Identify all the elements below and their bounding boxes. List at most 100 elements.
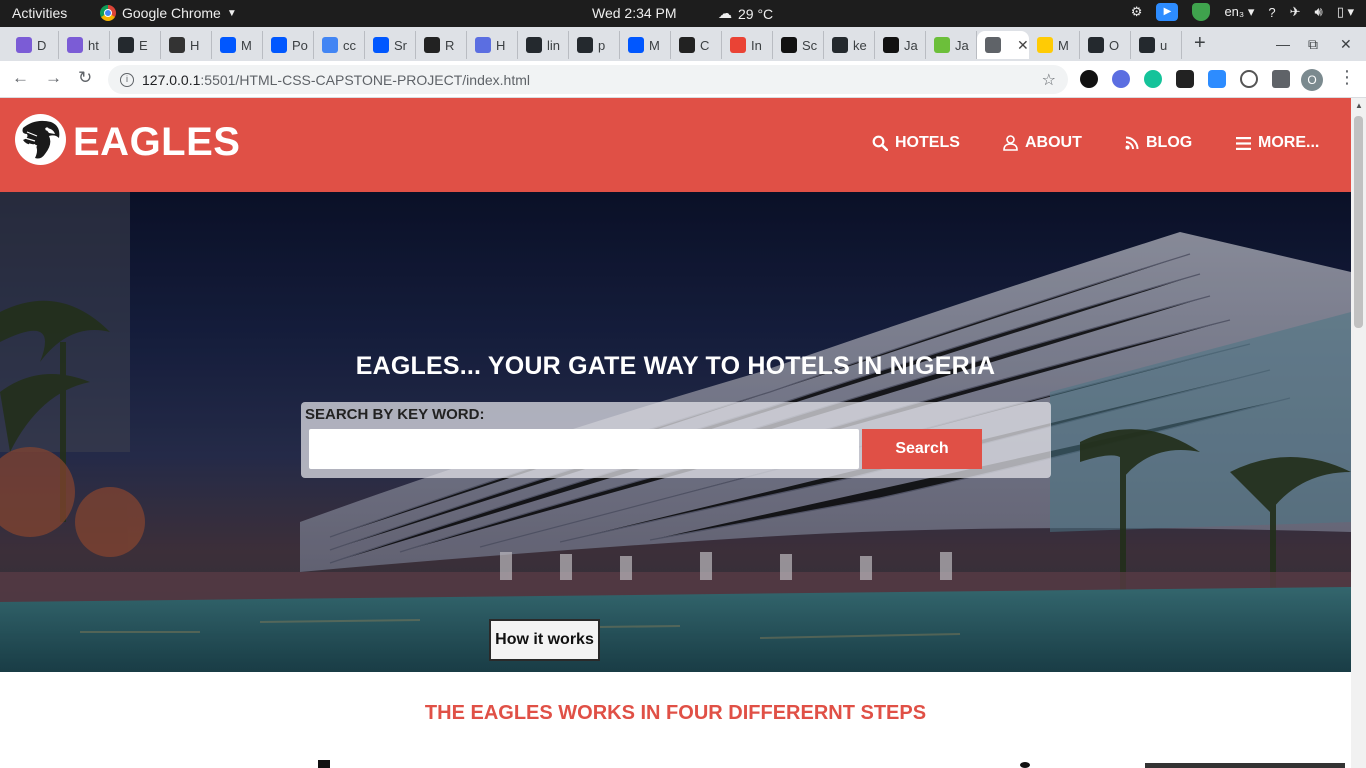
browser-tab[interactable]: M <box>1029 31 1080 59</box>
page-viewport: EAGLES HOTELS ABOUT BLOG MORE... EAGLES.… <box>0 98 1351 768</box>
browser-tab[interactable]: In <box>722 31 773 59</box>
codewars-icon <box>883 37 899 53</box>
site-header: EAGLES HOTELS ABOUT BLOG MORE... <box>0 98 1351 192</box>
address-bar[interactable]: i 127.0.0.1:5501/HTML-CSS-CAPSTONE-PROJE… <box>108 65 1068 94</box>
browser-tab[interactable]: E <box>110 31 161 59</box>
close-window-button[interactable]: ✕ <box>1340 36 1352 53</box>
step-image-partial <box>1145 763 1345 768</box>
extension-gear-icon[interactable] <box>1112 70 1130 88</box>
volume-icon[interactable]: 🔊︎ <box>1315 4 1323 20</box>
browser-tab[interactable]: Ja <box>875 31 926 59</box>
browser-tab[interactable]: M <box>620 31 671 59</box>
extension-paw-icon[interactable] <box>1080 70 1098 88</box>
forward-button[interactable]: → <box>45 68 62 88</box>
browser-tab[interactable]: ht <box>59 31 110 59</box>
grammarly-icon[interactable] <box>1144 70 1162 88</box>
github-icon <box>1139 37 1155 53</box>
browser-tab[interactable]: H <box>161 31 212 59</box>
browser-tab[interactable]: ke <box>824 31 875 59</box>
back-button[interactable]: ← <box>12 68 29 88</box>
chrome-menu-icon[interactable]: ⋮ <box>1338 67 1356 88</box>
activities-button[interactable]: Activities <box>12 5 67 21</box>
weather-temperature: 29 °C <box>738 5 774 22</box>
tab-title: R <box>445 37 455 53</box>
zoom-icon[interactable]: ▶ <box>1156 3 1179 21</box>
browser-tab[interactable]: D <box>8 31 59 59</box>
clock[interactable]: Wed 2:34 PM <box>592 5 677 21</box>
browser-tab[interactable]: Sc <box>773 31 824 59</box>
tab-title: E <box>139 37 148 53</box>
hackerrank-icon <box>781 37 797 53</box>
weather-indicator[interactable]: ☁ 29 °C <box>718 5 773 22</box>
browser-tab[interactable]: O <box>1080 31 1131 59</box>
nav-about-link[interactable]: ABOUT <box>1003 134 1082 152</box>
blue-gear-icon <box>475 37 491 53</box>
page-scrollbar[interactable]: ▲ <box>1351 98 1366 768</box>
github-icon <box>832 37 848 53</box>
tab-title: cc <box>343 37 356 53</box>
browser-tab[interactable]: H <box>467 31 518 59</box>
browser-tab[interactable]: u <box>1131 31 1182 59</box>
browser-tab[interactable]: p <box>569 31 620 59</box>
tab-title: O <box>1109 37 1120 53</box>
browser-tab[interactable]: ✕ <box>977 31 1029 59</box>
profile-avatar[interactable]: O <box>1301 69 1323 91</box>
chrome-icon <box>100 5 116 21</box>
behance-icon <box>220 37 236 53</box>
menu-icon <box>1236 136 1251 150</box>
tab-title: p <box>598 37 606 53</box>
google-icon <box>322 37 338 53</box>
browser-tab[interactable]: C <box>671 31 722 59</box>
chevron-down-icon: ▼ <box>226 7 237 19</box>
tab-title: Sc <box>802 37 818 53</box>
extension-c-icon[interactable] <box>1240 70 1258 88</box>
nav-blog-link[interactable]: BLOG <box>1125 134 1192 152</box>
eagle-logo-icon[interactable] <box>15 114 66 165</box>
nav-hotels-link[interactable]: HOTELS <box>872 134 960 152</box>
behance-icon <box>628 37 644 53</box>
zoom-extension-icon[interactable] <box>1208 70 1226 88</box>
browser-tab[interactable]: M <box>212 31 263 59</box>
nav-more-label: MORE... <box>1258 134 1320 151</box>
input-method[interactable]: en₃ ▾ <box>1224 4 1254 20</box>
tab-title: M <box>241 37 252 53</box>
tab-title: C <box>700 37 710 53</box>
site-logo-text[interactable]: EAGLES <box>73 120 240 165</box>
how-it-works-button[interactable]: How it works <box>489 619 600 661</box>
globe-icon <box>985 37 1001 53</box>
tab-title: H <box>190 37 200 53</box>
browser-tab[interactable]: cc <box>314 31 365 59</box>
site-info-icon[interactable]: i <box>120 72 134 87</box>
browser-tab[interactable]: lin <box>518 31 569 59</box>
graduation-cap-icon <box>169 37 185 53</box>
extensions-puzzle-icon[interactable] <box>1272 70 1290 88</box>
reload-button[interactable]: ↻ <box>78 68 92 88</box>
browser-tab[interactable]: R <box>416 31 467 59</box>
help-icon[interactable]: ? <box>1268 5 1275 20</box>
browser-tab[interactable]: Sr <box>365 31 416 59</box>
scrollbar-thumb[interactable] <box>1354 116 1363 328</box>
new-tab-button[interactable]: + <box>1194 32 1206 55</box>
close-tab-icon[interactable]: ✕ <box>1017 37 1029 54</box>
restore-window-button[interactable]: ⧉ <box>1308 36 1318 53</box>
extension-k-icon[interactable] <box>1176 70 1194 88</box>
vpn-shield-icon[interactable] <box>1192 3 1211 21</box>
browser-tab[interactable]: Ja <box>926 31 977 59</box>
user-icon <box>1003 135 1018 151</box>
nav-hotels-label: HOTELS <box>895 134 960 151</box>
tab-title: ke <box>853 37 867 53</box>
browser-tab[interactable]: Po <box>263 31 314 59</box>
app-menu[interactable]: Google Chrome ▼ <box>100 5 237 21</box>
search-input[interactable] <box>309 429 859 469</box>
airplane-mode-icon[interactable]: ✈ <box>1290 4 1301 20</box>
scroll-up-arrow-icon[interactable]: ▲ <box>1355 101 1363 110</box>
nav-more-link[interactable]: MORE... <box>1236 134 1319 152</box>
steps-section-title: THE EAGLES WORKS IN FOUR DIFFERERNT STEP… <box>424 702 927 724</box>
battery-icon[interactable]: ▯ ▾ <box>1337 4 1354 20</box>
bookmark-star-icon[interactable]: ☆ <box>1042 70 1056 90</box>
accessibility-icon[interactable]: ⚙ <box>1131 4 1143 20</box>
search-button[interactable]: Search <box>862 429 982 469</box>
minimize-window-button[interactable]: — <box>1276 36 1290 52</box>
hero-title: EAGLES... YOUR GATE WAY TO HOTELS IN NIG… <box>355 352 996 380</box>
github-icon <box>526 37 542 53</box>
